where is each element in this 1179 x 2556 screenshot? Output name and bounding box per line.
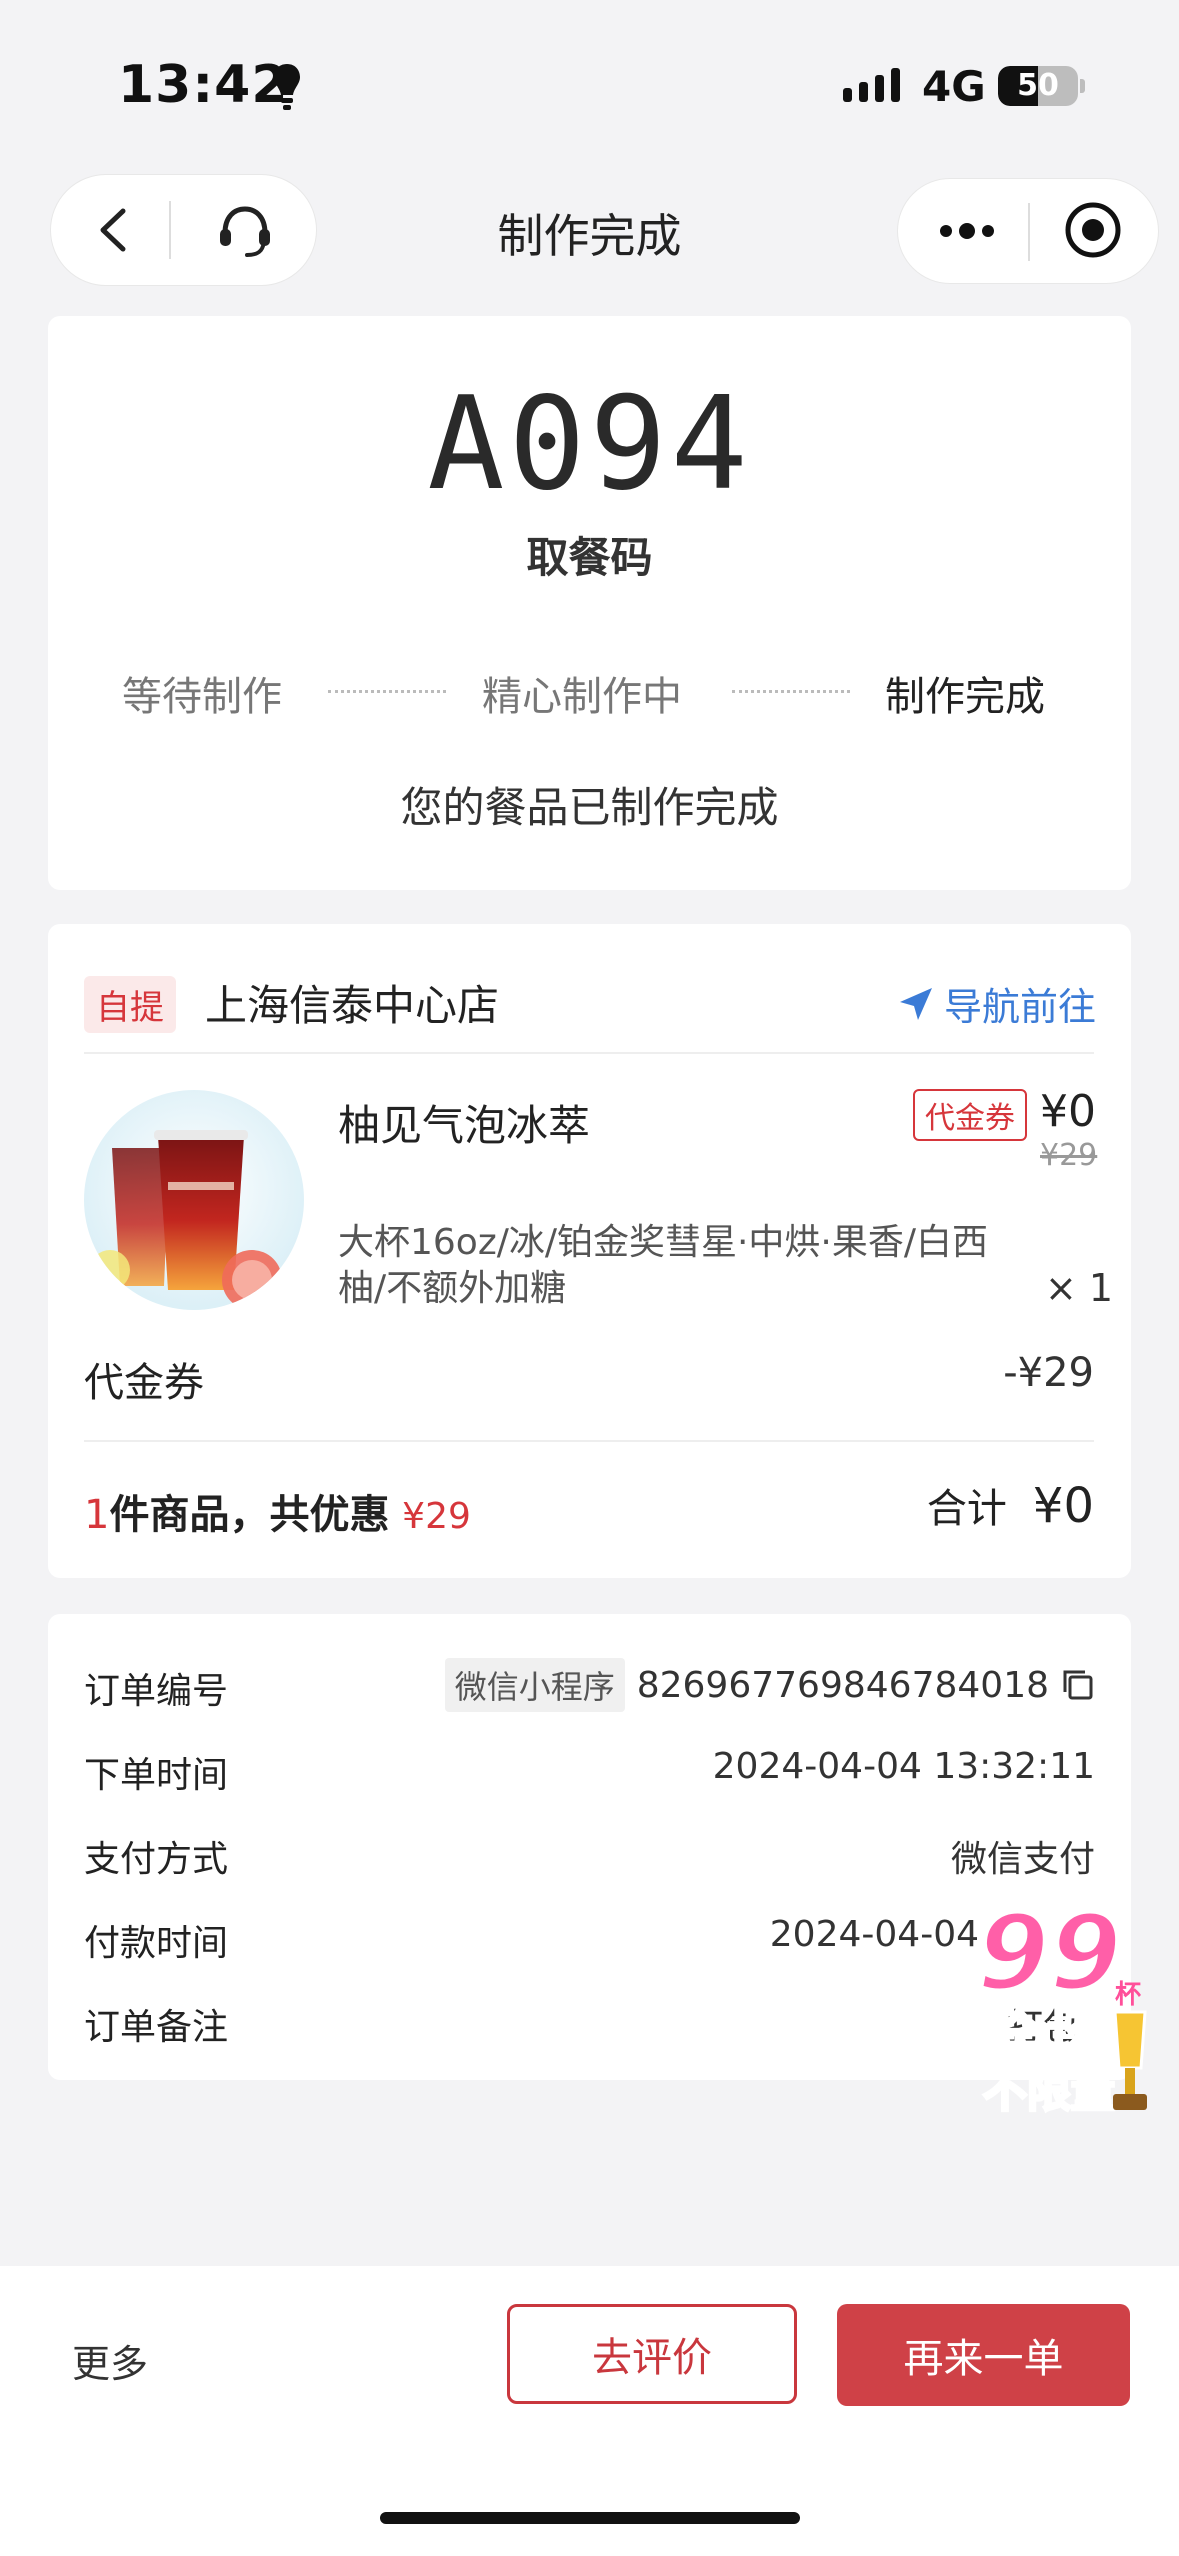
battery-tip [1080, 79, 1085, 93]
review-button[interactable]: 去评价 [507, 2304, 797, 2404]
summary-text: 件商品，共优惠 [109, 1492, 390, 1538]
navigation-arrow-icon [900, 987, 932, 1020]
signal-icon [843, 68, 900, 102]
home-indicator[interactable] [380, 2512, 800, 2524]
voucher-label: 代金券 [84, 1360, 204, 1406]
product-quantity: × 1 [1045, 1266, 1114, 1310]
divider [84, 1052, 1094, 1054]
target-icon[interactable] [1064, 201, 1122, 259]
divider [84, 1440, 1094, 1442]
discount-amount: ¥29 [402, 1496, 471, 1537]
product-original-price: ¥29 [1040, 1138, 1098, 1173]
order-number-row: 微信小程序 826967769846784018 [444, 1658, 1095, 1712]
order-number: 826967769846784018 [636, 1664, 1049, 1706]
total-amount: ¥0 [1032, 1478, 1094, 1534]
order-time-label: 下单时间 [84, 1755, 229, 1796]
self-pickup-tag: 自提 [84, 976, 176, 1033]
order-remark-label: 订单备注 [84, 2007, 229, 2048]
status-message: 您的餐品已制作完成 [400, 783, 779, 832]
step-making: 精心制作中 [482, 674, 682, 720]
item-count: 1 [84, 1492, 110, 1538]
promo-99: 99 [975, 1892, 1124, 2014]
bulb-icon [274, 64, 300, 110]
order-summary: 1件商品，共优惠 ¥29 [84, 1482, 471, 1540]
trophy-icon [1113, 2010, 1147, 2110]
network-type: 4G [922, 62, 986, 111]
navigate-label: 导航前往 [944, 985, 1097, 1029]
voucher-tag: 代金券 [913, 1089, 1027, 1141]
product-name: 柚见气泡冰萃 [338, 1101, 591, 1150]
product-price: ¥0 [1040, 1086, 1096, 1137]
nav-right-capsule [897, 178, 1159, 284]
promo-line1: 全场 [990, 2006, 1105, 2071]
order-time: 2024-04-04 13:32:11 [712, 1746, 1095, 1787]
promo-line2: 不限量 [982, 2065, 1117, 2119]
voucher-value: -¥29 [1003, 1350, 1094, 1396]
product-image [84, 1090, 304, 1310]
channel-tag: 微信小程序 [444, 1658, 625, 1712]
pickup-code: A094 [427, 370, 752, 519]
promo-cup: 杯 [1115, 1980, 1142, 2010]
reorder-button[interactable]: 再来一单 [837, 2304, 1130, 2406]
status-time: 13:42 [118, 55, 289, 115]
pickup-code-label: 取餐码 [526, 533, 653, 582]
more-button[interactable]: 更多 [72, 2333, 148, 2388]
product-spec: 大杯16oz/冰/铂金奖彗星·中烘·果香/白西柚/不额外加糖 [338, 1222, 989, 1309]
copy-icon[interactable] [1061, 1668, 1095, 1702]
promo-badge[interactable]: 99 杯 全场 不限量 [975, 1892, 1160, 2143]
step-connector [328, 690, 446, 693]
step-connector [732, 690, 850, 693]
payment-time: 2024-04-04 [769, 1914, 979, 1955]
payment-method: 微信支付 [950, 1839, 1095, 1880]
battery-icon: 50 [998, 66, 1078, 106]
payment-method-label: 支付方式 [84, 1839, 229, 1880]
total-label: 合计 [926, 1486, 1007, 1532]
more-dots-icon[interactable] [936, 217, 998, 245]
order-number-label: 订单编号 [84, 1671, 229, 1712]
step-done: 制作完成 [885, 674, 1045, 720]
payment-time-label: 付款时间 [84, 1923, 229, 1964]
step-waiting: 等待制作 [122, 674, 282, 720]
battery-level: 50 [1017, 68, 1059, 103]
total-row: 合计 ¥0 [927, 1476, 1094, 1534]
navigate-button[interactable]: 导航前往 [896, 976, 1096, 1031]
store-name: 上海信泰中心店 [205, 981, 500, 1030]
